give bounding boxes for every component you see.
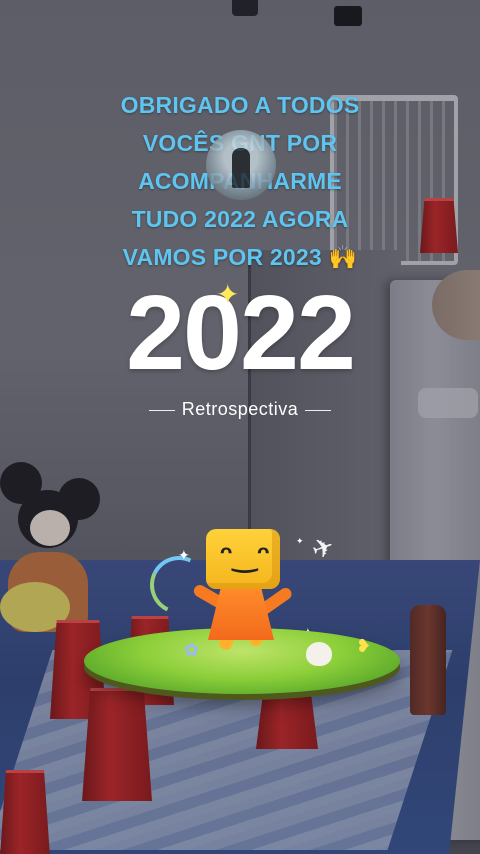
divider-line (148, 409, 175, 411)
divider-line (305, 409, 332, 411)
flower-icon: ✿ (184, 640, 200, 660)
recap-subtitle: Retrospectiva (181, 399, 299, 419)
caption-line: OBRIGADO A TODOS (120, 92, 360, 118)
profile-avatar[interactable] (206, 130, 276, 200)
leaf-icon: ❥ (356, 636, 372, 656)
sparkle-icon: ✦ (216, 279, 240, 310)
star-icon: ✦ (178, 547, 190, 563)
caption-line: TUDO 2022 AGORA (131, 206, 349, 232)
star-icon: ✦ (296, 536, 304, 546)
mascot-face: ᵔ‿ᵔ (220, 540, 270, 573)
recap-subtitle-row: Retrospectiva (0, 398, 480, 420)
avatar-figure (232, 148, 250, 188)
caption-line: VAMOS POR 2023 🙌 (122, 244, 358, 270)
recap-year: 2022 (126, 274, 356, 392)
duck-icon (306, 642, 332, 666)
